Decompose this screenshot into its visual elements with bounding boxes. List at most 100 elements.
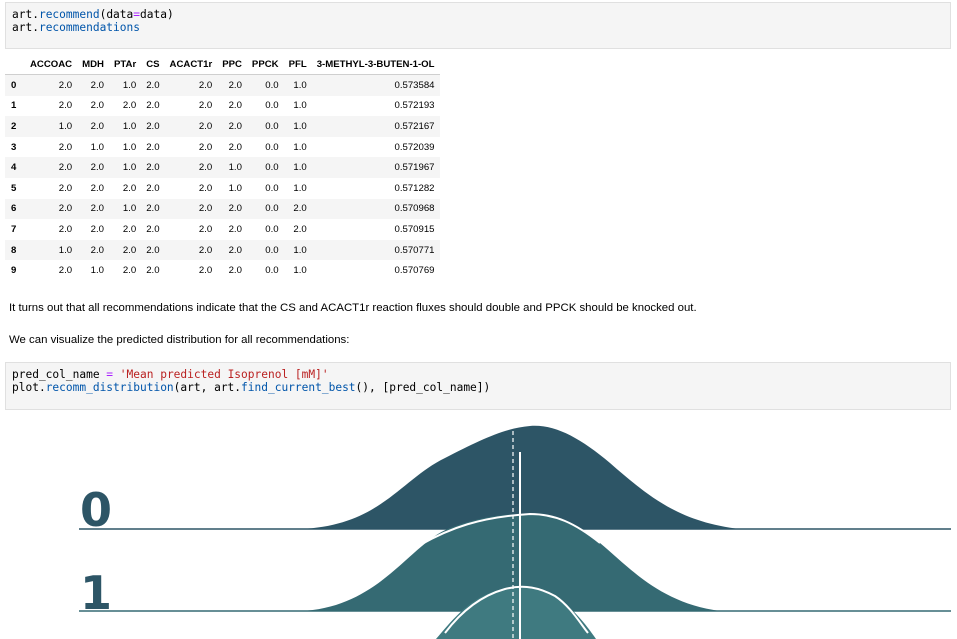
table-cell: 0.572167 [394,120,435,132]
table-cell: 2.0 [90,162,104,174]
table-cell: 0.0 [265,265,279,277]
table-cell: 2.0 [198,162,213,174]
row-index: 3 [11,141,17,153]
table-cell: 1.0 [58,244,73,256]
table-cell: 2.0 [90,100,104,112]
code-function: recommend [38,8,100,21]
table-cell: 1.0 [90,141,104,153]
table-cell: 2.0 [228,141,242,153]
table-cell: 1.0 [293,162,307,174]
table-cell: 0.0 [265,100,279,112]
table-cell: 0.570769 [394,265,435,277]
column-header: MDH [77,54,109,75]
column-header: CS [141,54,165,75]
table-cell: 1.0 [293,100,307,112]
table-cell: 2.0 [146,79,160,91]
code-string: 'Mean predicted Isoprenol [mM]' [119,368,329,381]
table-cell: 0.572039 [394,141,435,153]
table-cell: 2.0 [198,244,213,256]
code-cell-plot[interactable]: pred_col_name = 'Mean predicted Isopreno… [5,362,951,410]
row-index: 7 [11,223,17,235]
table-cell: 1.0 [58,120,73,132]
ridge-label-1: 1 [80,566,112,620]
recommendations-table: ACCOAC MDH PTAr CS ACACT1r PPC PPCK PFL 3-METHYL… [5,54,440,281]
column-header: PPCK [246,54,284,75]
table-cell: 2.0 [198,141,213,153]
table-cell: 1.0 [122,203,137,215]
table-cell: 2.0 [198,203,213,215]
table-cell: 0.572193 [394,100,435,112]
code-text: plot. [12,380,46,394]
table-cell: 2.0 [228,223,242,235]
table-cell: 2.0 [293,203,307,215]
table-cell: 2.0 [58,162,73,174]
row-index: 2 [11,120,17,132]
column-header: ACCOAC [25,54,78,75]
table-cell: 2.0 [90,244,104,256]
table-cell: 2.0 [146,120,160,132]
column-header: ACACT1r [164,54,218,75]
ridge-label-0: 0 [80,483,112,537]
code-function: recomm_distribution [45,380,174,394]
table-cell: 2.0 [146,265,160,277]
table-cell: 2.0 [228,203,242,215]
table-cell: 2.0 [58,79,73,91]
table-cell: 1.0 [293,265,307,277]
table-cell: 2.0 [198,265,213,277]
table-cell: 0.0 [265,203,279,215]
table-cell: 1.0 [293,79,307,91]
code-text: pred_col_name [12,368,107,381]
table-cell: 2.0 [58,265,73,277]
table-cell: 1.0 [122,79,137,91]
table-cell: 2.0 [146,162,160,174]
visualize-intro-text: We can visualize the predicted distribut… [9,334,350,346]
table-cell: 2.0 [198,100,213,112]
table-cell: 2.0 [58,203,73,215]
table-cell: 1.0 [90,265,104,277]
table-cell: 2.0 [198,182,213,194]
table-cell: 0.0 [265,120,279,132]
index-header [5,54,25,75]
table-row: 3 2.0 1.0 1.0 2.0 2.0 2.0 0.0 1.0 0.572039 [5,137,440,158]
table-cell: 2.0 [90,120,104,132]
code-text: art. [12,20,39,34]
table-cell: 0.570968 [394,203,435,215]
table-cell: 0.571967 [394,162,435,174]
table-cell: 2.0 [146,203,160,215]
table-cell: 0.0 [265,182,279,194]
table-body: 0 2.0 2.0 1.0 2.0 2.0 2.0 0.0 1.0 0.573584 1 2.0 2.0… [5,74,440,281]
code-function: find_current_best [241,380,356,394]
table-cell: 1.0 [122,120,137,132]
table-row: 0 2.0 2.0 1.0 2.0 2.0 2.0 0.0 1.0 0.573584 [5,74,440,96]
row-index: 5 [11,182,17,194]
table-cell: 2.0 [146,182,160,194]
table-cell: 0.0 [265,162,279,174]
table-row: 1 2.0 2.0 2.0 2.0 2.0 2.0 0.0 1.0 0.572193 [5,96,440,117]
code-operator: = [133,8,141,21]
table-cell: 1.0 [293,141,307,153]
table-cell: 2.0 [58,141,73,153]
table-cell: 2.0 [58,223,73,235]
table-cell: 1.0 [293,182,307,194]
table-cell: 2.0 [198,79,213,91]
table-header-row: ACCOAC MDH PTAr CS ACACT1r PPC PPCK PFL 3-METHYL… [5,54,440,75]
table-cell: 0.570915 [394,223,435,235]
table-cell: 2.0 [146,141,160,153]
table-cell: 1.0 [122,141,137,153]
table-cell: 1.0 [293,244,307,256]
table-cell: 2.0 [146,244,160,256]
row-index: 6 [11,203,17,215]
code-text: (), [pred_col_name]) [355,380,491,394]
table-cell: 1.0 [122,162,137,174]
explanation-text: It turns out that all recommendations in… [9,302,697,314]
table-cell: 0.573584 [394,79,435,91]
table-row: 4 2.0 2.0 1.0 2.0 2.0 1.0 0.0 1.0 0.571967 [5,157,440,178]
table-row: 8 1.0 2.0 2.0 2.0 2.0 2.0 0.0 1.0 0.570771 [5,239,440,261]
table-cell: 2.0 [198,120,213,132]
code-text: data) [140,8,174,21]
table-cell: 1.0 [228,182,242,194]
table-cell: 2.0 [90,79,104,91]
row-index: 4 [11,162,17,174]
code-cell-recommend[interactable]: art.recommend(data=data) art.recommendat… [5,2,951,49]
